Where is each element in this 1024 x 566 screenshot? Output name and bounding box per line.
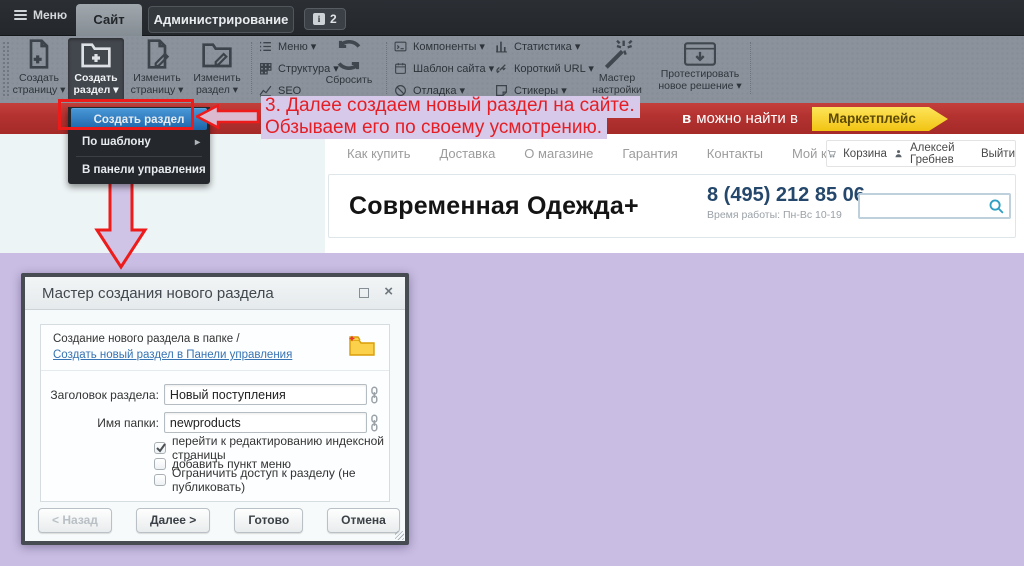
statistics-icon [495, 40, 508, 53]
main-menu-button[interactable]: Меню [14, 8, 67, 22]
ribbon-drag-handle[interactable] [3, 42, 9, 96]
finish-button[interactable]: Готово [234, 508, 303, 533]
main-menu-label: Меню [33, 8, 67, 22]
page-edit-icon [141, 38, 173, 70]
field-row-title: Заголовок раздела: [41, 384, 379, 405]
tab-site[interactable]: Сайт [76, 4, 142, 36]
close-icon[interactable]: × [384, 283, 393, 300]
nav-link-how-to-buy[interactable]: Как купить [347, 146, 410, 161]
site-header-box: Современная Одежда+ 8 (495) 212 85 06 Вр… [328, 174, 1016, 238]
test-solution-button[interactable]: Протестироватьновое решение ▾ [652, 42, 748, 92]
components-button[interactable]: Компоненты ▾ [394, 39, 494, 54]
dialog-footer: < Назад Далее > Готово Отмена [38, 508, 411, 533]
create-section-button[interactable]: Создатьраздел ▾ [68, 38, 124, 101]
create-page-button[interactable]: Создатьстраницу ▾ [12, 38, 66, 101]
checkbox-label: Ограничить доступ к разделу (не публиков… [172, 466, 389, 494]
annotation-line-2: Обзываем его по своему усмотрению. [261, 118, 607, 140]
chain-link-icon[interactable] [370, 386, 379, 404]
back-button[interactable]: < Назад [38, 508, 112, 533]
site-preview: Как купить Доставка О магазине Гарантия … [325, 134, 1024, 253]
edit-section-button[interactable]: Изменитьраздел ▾ [188, 38, 246, 101]
screen: Меню Сайт Администрирование i 2 Создатьс… [0, 0, 1024, 566]
maximize-icon[interactable] [359, 288, 369, 298]
field-label-folder: Имя папки: [41, 416, 159, 430]
site-search [858, 193, 1011, 219]
info-icon: i [313, 13, 325, 25]
annotation-line-1: 3. Далее создаем новый раздел на сайте. [261, 96, 640, 118]
resize-grip[interactable] [395, 531, 404, 540]
dropdown-item-from-template[interactable]: По шаблону ▸ [68, 132, 210, 153]
chain-link-icon[interactable] [370, 414, 379, 432]
checkbox-restrict-access-unchecked[interactable] [154, 474, 166, 486]
person-icon [894, 147, 903, 160]
highlight-rectangle [58, 99, 194, 130]
setup-wizard-button[interactable]: Мастернастройки [586, 38, 648, 96]
admin-ribbon: Создатьстраницу ▾ Создатьраздел ▾ Измени… [0, 36, 1024, 103]
components-icon [394, 40, 407, 53]
short-url-icon [495, 62, 508, 75]
tab-administration[interactable]: Администрирование [148, 6, 294, 33]
checkbox-row-edit-index: перейти к редактированию индексной стран… [154, 440, 389, 456]
statistics-button[interactable]: Статистика ▾ [495, 39, 594, 54]
folder-add-icon [80, 38, 112, 70]
refresh-icon [332, 38, 366, 72]
nav-link-contacts[interactable]: Контакты [707, 146, 763, 161]
nav-link-delivery[interactable]: Доставка [439, 146, 495, 161]
tutorial-annotation: 3. Далее создаем новый раздел на сайте. … [261, 96, 640, 139]
cart-link[interactable]: Корзина [843, 148, 887, 160]
reset-cache-button[interactable]: Сбросить [318, 38, 380, 86]
dialog-header-text: Создание нового раздела в папке / [53, 333, 377, 345]
field-label-title: Заголовок раздела: [41, 388, 159, 402]
create-section-wizard-dialog: Мастер создания нового раздела × Создани… [21, 273, 409, 545]
notifications-count: 2 [330, 12, 337, 26]
dropdown-item-in-control-panel[interactable]: В панели управления [68, 160, 210, 181]
structure-grid-icon [259, 62, 272, 75]
checkbox-edit-index-checked[interactable] [154, 442, 166, 454]
menu-list-icon [259, 40, 272, 53]
dialog-titlebar[interactable]: Мастер создания нового раздела × [25, 277, 405, 310]
section-title-input[interactable] [164, 384, 367, 405]
checkbox-add-menu-unchecked[interactable] [154, 458, 166, 470]
arrow-left-annotation [196, 104, 260, 129]
test-browser-icon [684, 42, 716, 66]
edit-page-button[interactable]: Изменитьстраницу ▾ [128, 38, 186, 101]
dialog-title: Мастер создания нового раздела [42, 285, 274, 302]
site-phone: 8 (495) 212 85 06 [707, 184, 857, 207]
nav-link-warranty[interactable]: Гарантия [622, 146, 677, 161]
new-folder-icon [347, 332, 377, 357]
page-add-icon [23, 38, 55, 70]
submenu-arrow-icon: ▸ [195, 132, 200, 153]
cancel-button[interactable]: Отмена [327, 508, 400, 533]
logout-link[interactable]: Выйти [981, 148, 1015, 160]
folder-name-input[interactable] [164, 412, 367, 433]
create-in-control-panel-link[interactable]: Создать новый раздел в Панели управления [53, 349, 292, 361]
checkbox-row-restrict-access: Ограничить доступ к разделу (не публиков… [154, 472, 389, 488]
admin-topbar: Меню Сайт Администрирование i 2 [0, 0, 1024, 36]
user-name[interactable]: Алексей Гребнев [910, 142, 974, 166]
site-template-icon [394, 62, 407, 75]
working-hours: Время работы: Пн-Вс 10-19 [707, 209, 857, 221]
user-box: Корзина Алексей Гребнев Выйти [826, 140, 1016, 167]
arrow-down-annotation [93, 175, 149, 270]
site-logo[interactable]: Современная Одежда+ [349, 192, 639, 221]
marketplace-button[interactable]: Маркетплейс [812, 107, 948, 131]
cart-icon [827, 147, 836, 160]
site-template-button[interactable]: Шаблон сайта ▾ [394, 61, 494, 76]
folder-edit-icon [201, 38, 233, 70]
banner-text: вможно найти в [682, 110, 798, 127]
hamburger-icon [14, 10, 27, 20]
search-icon[interactable] [988, 198, 1005, 215]
field-row-folder: Имя папки: [41, 412, 379, 433]
notifications-badge[interactable]: i 2 [304, 8, 346, 30]
short-url-button[interactable]: Короткий URL ▾ [495, 61, 594, 76]
search-input[interactable] [864, 197, 984, 215]
site-nav: Как купить Доставка О магазине Гарантия … [347, 146, 869, 161]
next-button[interactable]: Далее > [136, 508, 210, 533]
dialog-content-box: Создание нового раздела в папке / Создат… [40, 324, 390, 502]
nav-link-about[interactable]: О магазине [524, 146, 593, 161]
magic-wand-icon [600, 38, 634, 70]
